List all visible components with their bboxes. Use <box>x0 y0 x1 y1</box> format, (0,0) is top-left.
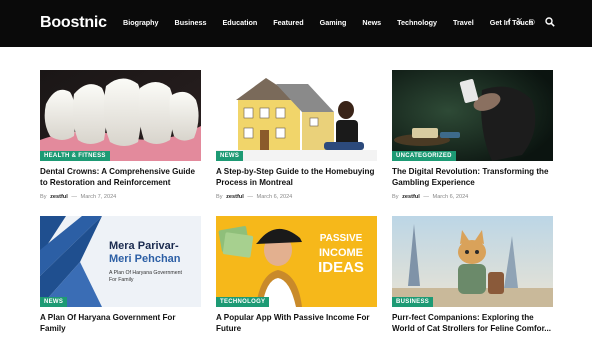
thumb-heading-line2: INCOME <box>319 247 363 259</box>
post-thumbnail[interactable]: UNCATEGORIZED <box>392 70 553 161</box>
category-badge[interactable]: HEALTH & FITNESS <box>40 151 110 161</box>
post-thumbnail[interactable]: BUSINESS <box>392 216 553 307</box>
post-title[interactable]: Purr-fect Companions: Exploring the Worl… <box>392 312 553 334</box>
post-title[interactable]: The Digital Revolution: Transforming the… <box>392 166 553 188</box>
thumb-heading-line2: Meri Pehchan <box>109 253 181 265</box>
post-date: March 6, 2024 <box>432 194 469 200</box>
category-badge[interactable]: NEWS <box>216 151 244 161</box>
post-title[interactable]: A Popular App With Passive Income For Fu… <box>216 312 377 334</box>
category-badge[interactable]: TECHNOLOGY <box>216 297 270 307</box>
gambling-image <box>392 70 553 161</box>
social-links: f 𝕏 ◎ <box>508 17 535 26</box>
nav-item-education[interactable]: Education <box>223 18 258 27</box>
facebook-icon[interactable]: f <box>508 17 511 26</box>
meta-separator: — <box>247 194 253 200</box>
nav-item-gaming[interactable]: Gaming <box>320 18 347 27</box>
thumb-heading-line1: Mera Parivar- <box>109 240 179 252</box>
post-thumbnail[interactable]: PASSIVE INCOME IDEAS TECHNOLOGY <box>216 216 377 307</box>
thumb-subtitle: A Plan Of Haryana Government For Family <box>109 270 182 283</box>
meta-by-label: By <box>392 194 399 200</box>
nav-item-travel[interactable]: Travel <box>453 18 474 27</box>
thumb-heading: PASSIVE INCOME IDEAS <box>309 232 373 276</box>
main-nav: Biography Business Education Featured Ga… <box>123 18 549 27</box>
meta-by-label: By <box>40 194 47 200</box>
site-logo[interactable]: Boostnic <box>40 14 107 32</box>
post-meta: By zestful — March 6, 2024 <box>392 194 468 200</box>
category-badge[interactable]: NEWS <box>40 297 68 307</box>
post-title[interactable]: A Plan Of Haryana Government For Family <box>40 312 201 334</box>
meta-by-label: By <box>216 194 223 200</box>
dental-crowns-image <box>40 70 201 161</box>
thumb-heading-line3: IDEAS <box>318 259 364 276</box>
nav-item-featured[interactable]: Featured <box>273 18 303 27</box>
thumb-heading: Mera Parivar- Meri Pehchan <box>109 240 181 266</box>
meta-separator: — <box>71 194 77 200</box>
post-author[interactable]: zestful <box>50 194 68 200</box>
meta-separator: — <box>423 194 429 200</box>
nav-item-technology[interactable]: Technology <box>397 18 437 27</box>
post-title[interactable]: Dental Crowns: A Comprehensive Guide to … <box>40 166 201 188</box>
instagram-icon[interactable]: ◎ <box>529 17 536 26</box>
category-badge[interactable]: BUSINESS <box>392 297 434 307</box>
nav-item-news[interactable]: News <box>362 18 381 27</box>
thumb-heading-line1: PASSIVE <box>319 233 363 244</box>
post-date: March 7, 2024 <box>80 194 117 200</box>
x-twitter-icon[interactable]: 𝕏 <box>517 17 523 26</box>
post-date: March 6, 2024 <box>256 194 293 200</box>
nav-item-biography[interactable]: Biography <box>123 18 159 27</box>
site-header: Boostnic Biography Business Education Fe… <box>0 0 592 47</box>
nav-item-business[interactable]: Business <box>175 18 207 27</box>
post-thumbnail[interactable]: NEWS <box>216 70 377 161</box>
post-author[interactable]: zestful <box>402 194 420 200</box>
house-image <box>216 70 377 161</box>
post-author[interactable]: zestful <box>226 194 244 200</box>
post-thumbnail[interactable]: Mera Parivar- Meri Pehchan A Plan Of Har… <box>40 216 201 307</box>
category-badge[interactable]: UNCATEGORIZED <box>392 151 456 161</box>
post-meta: By zestful — March 7, 2024 <box>40 194 116 200</box>
search-icon[interactable] <box>545 17 555 27</box>
post-title[interactable]: A Step-by-Step Guide to the Homebuying P… <box>216 166 377 188</box>
post-thumbnail[interactable]: HEALTH & FITNESS <box>40 70 201 161</box>
post-meta: By zestful — March 6, 2024 <box>216 194 292 200</box>
cat-traveler-image <box>392 216 553 307</box>
